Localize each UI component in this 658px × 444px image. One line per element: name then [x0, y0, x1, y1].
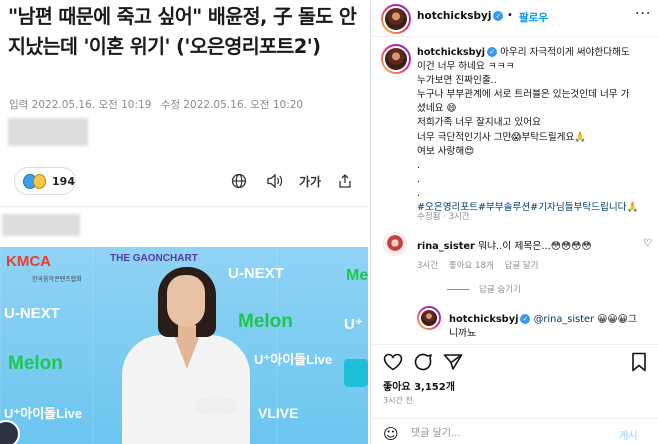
caption-line-1: hotchicksbyj ✓ 아우리 자극적이게 써야한다해도 — [417, 47, 630, 58]
comment-1: rina_sister 뭐냐..이 제목은...😳😳😳😳 — [417, 238, 592, 252]
kmca-sub-logo: 한국음악콘텐츠협회 — [32, 277, 82, 283]
idol-live-logo: U⁺아이돌Live — [4, 406, 83, 421]
bookmark-icon[interactable] — [627, 350, 651, 374]
comment-1-username[interactable]: rina_sister — [417, 241, 475, 252]
actions-divider — [371, 344, 658, 345]
more-options-icon[interactable]: ··· — [635, 6, 651, 22]
reply-mention[interactable]: @rina_sister — [534, 314, 594, 325]
verified-badge-icon: ✓ — [520, 314, 531, 324]
unext-logo: U-NEXT — [4, 305, 60, 322]
commenter-avatar[interactable] — [383, 232, 407, 256]
follow-button[interactable]: 팔로우 — [519, 10, 548, 25]
smile-emoji-icon — [32, 173, 47, 189]
person-neckline — [174, 335, 200, 369]
article-headline: "남편 때문에 죽고 싶어" 배윤정, 子 돌도 안 지났는데 '이혼 위기' … — [8, 5, 357, 58]
caption-line: 누구나 부부관계에 서로 트러블은 있는것인데 너무 가 — [417, 89, 630, 101]
posted-time: 3시간 전 — [383, 396, 413, 405]
replies-dash — [447, 288, 469, 290]
blurred-reporter-name — [8, 118, 88, 146]
article-dates: 입력 2022.05.16. 오전 10:19 수정 2022.05.16. 오… — [9, 97, 309, 112]
comment-1-reply-button[interactable]: 답글 달기 — [505, 261, 539, 271]
caption-username[interactable]: hotchicksbyj — [417, 47, 485, 58]
like-heart-icon[interactable] — [381, 350, 405, 374]
event-photo: KMCA 한국음악콘텐츠협회 THE GAONCHART U-NEXT Me U… — [0, 247, 368, 444]
edit-date: 수정 2022.05.16. 오전 10:20 — [160, 99, 304, 111]
v-box-logo — [344, 359, 368, 387]
melon-logo: Melon — [8, 353, 63, 374]
vlive-logo: VLIVE — [258, 405, 299, 421]
melon-logo-partial: Me — [346, 267, 368, 284]
like-count[interactable]: 좋아요 3,152개 — [383, 378, 455, 393]
add-comment-bar: ☺ 게시 — [371, 418, 658, 444]
verified-badge-icon: ✓ — [493, 11, 504, 21]
comment-1-meta: 3시간 좋아요 18개 답글 달기 — [417, 259, 538, 271]
header-username-text[interactable]: hotchicksbyj — [417, 10, 491, 22]
kmca-logo: KMCA — [6, 253, 51, 270]
blurred-photo-credit — [2, 214, 80, 236]
globe-icon[interactable] — [228, 170, 250, 192]
caption-line: . — [417, 187, 421, 199]
header-username[interactable]: hotchicksbyj ✓ — [417, 10, 504, 22]
reply-username[interactable]: hotchicksbyj — [449, 314, 518, 325]
font-size-button[interactable]: 가가 — [296, 170, 324, 192]
comment-bubble-icon[interactable] — [411, 350, 435, 374]
news-article: "남편 때문에 죽고 싶어" 배윤정, 子 돌도 안 지났는데 '이혼 위기' … — [0, 0, 368, 444]
person-face — [167, 275, 205, 327]
melon-logo: Melon — [238, 311, 293, 332]
idol-live-logo: U⁺아이돌Live — [254, 352, 333, 367]
reaction-count: 194 — [52, 174, 75, 188]
post-comment-button[interactable]: 게시 — [619, 427, 637, 442]
instagram-post-panel: hotchicksbyj ✓ • 팔로우 ··· hotchicksbyj ✓ 아우… — [370, 0, 658, 444]
reply-line-1: hotchicksbyj ✓ @rina_sister 😀😀😀그 — [449, 314, 637, 325]
comment-input[interactable] — [411, 424, 611, 442]
share-paper-plane-icon[interactable] — [441, 350, 465, 374]
verified-badge-icon: ✓ — [487, 47, 497, 58]
caption-line: 너무 극단적인기사 그만😱부탁드릴게요🙏 — [417, 131, 587, 143]
uplus-logo: U⁺ — [344, 316, 363, 333]
person-arm — [196, 397, 236, 415]
input-date: 입력 2022.05.16. 오전 10:19 — [9, 99, 152, 111]
reaction-button[interactable]: 194 — [14, 167, 76, 195]
caption-line: . — [417, 159, 421, 171]
post-caption: hotchicksbyj ✓ 아우리 자극적이게 써야한다해도 이건 너무 하네요… — [417, 46, 653, 215]
caption-avatar[interactable] — [381, 44, 411, 74]
emoji-icon[interactable]: ☺ — [383, 425, 399, 443]
share-icon[interactable] — [334, 170, 356, 192]
caption-line: 저희가족 너무 잘지내고 있어요 — [417, 117, 541, 129]
hide-replies-toggle[interactable]: 답글 숨기기 — [447, 283, 521, 295]
caption-line: . — [417, 173, 421, 185]
header-divider — [371, 36, 658, 37]
hide-replies-label[interactable]: 답글 숨기기 — [479, 283, 521, 295]
gaon-logo: THE GAONCHART — [110, 253, 198, 264]
toolbar-divider — [0, 206, 368, 207]
caption-line: 셨네요 😄 — [417, 103, 457, 115]
caption-line: 여보 사랑해😍 — [417, 145, 475, 157]
comment-1-time: 3시간 — [417, 261, 439, 271]
caption-meta: 수정됨 · 3시간 — [417, 212, 470, 222]
author-avatar[interactable] — [381, 4, 411, 34]
caption-line: 이건 너무 하네요 ㅋㅋㅋ — [417, 61, 515, 73]
comment-1-likes[interactable]: 좋아요 18개 — [449, 261, 494, 271]
separator-dot: • — [507, 10, 513, 21]
caption-line: 누가보면 진짜인줄.. — [417, 75, 497, 87]
post-actions — [371, 350, 658, 374]
speaker-icon[interactable] — [264, 170, 286, 192]
comment-like-heart-icon[interactable]: ♡ — [643, 238, 652, 249]
person-neck — [178, 325, 196, 339]
comment-1-text: 뭐냐..이 제목은...😳😳😳😳 — [477, 241, 592, 252]
reply-avatar[interactable] — [417, 306, 441, 330]
reply-line-2: 니까뇨 — [449, 328, 477, 339]
unext-logo: U-NEXT — [228, 265, 284, 282]
